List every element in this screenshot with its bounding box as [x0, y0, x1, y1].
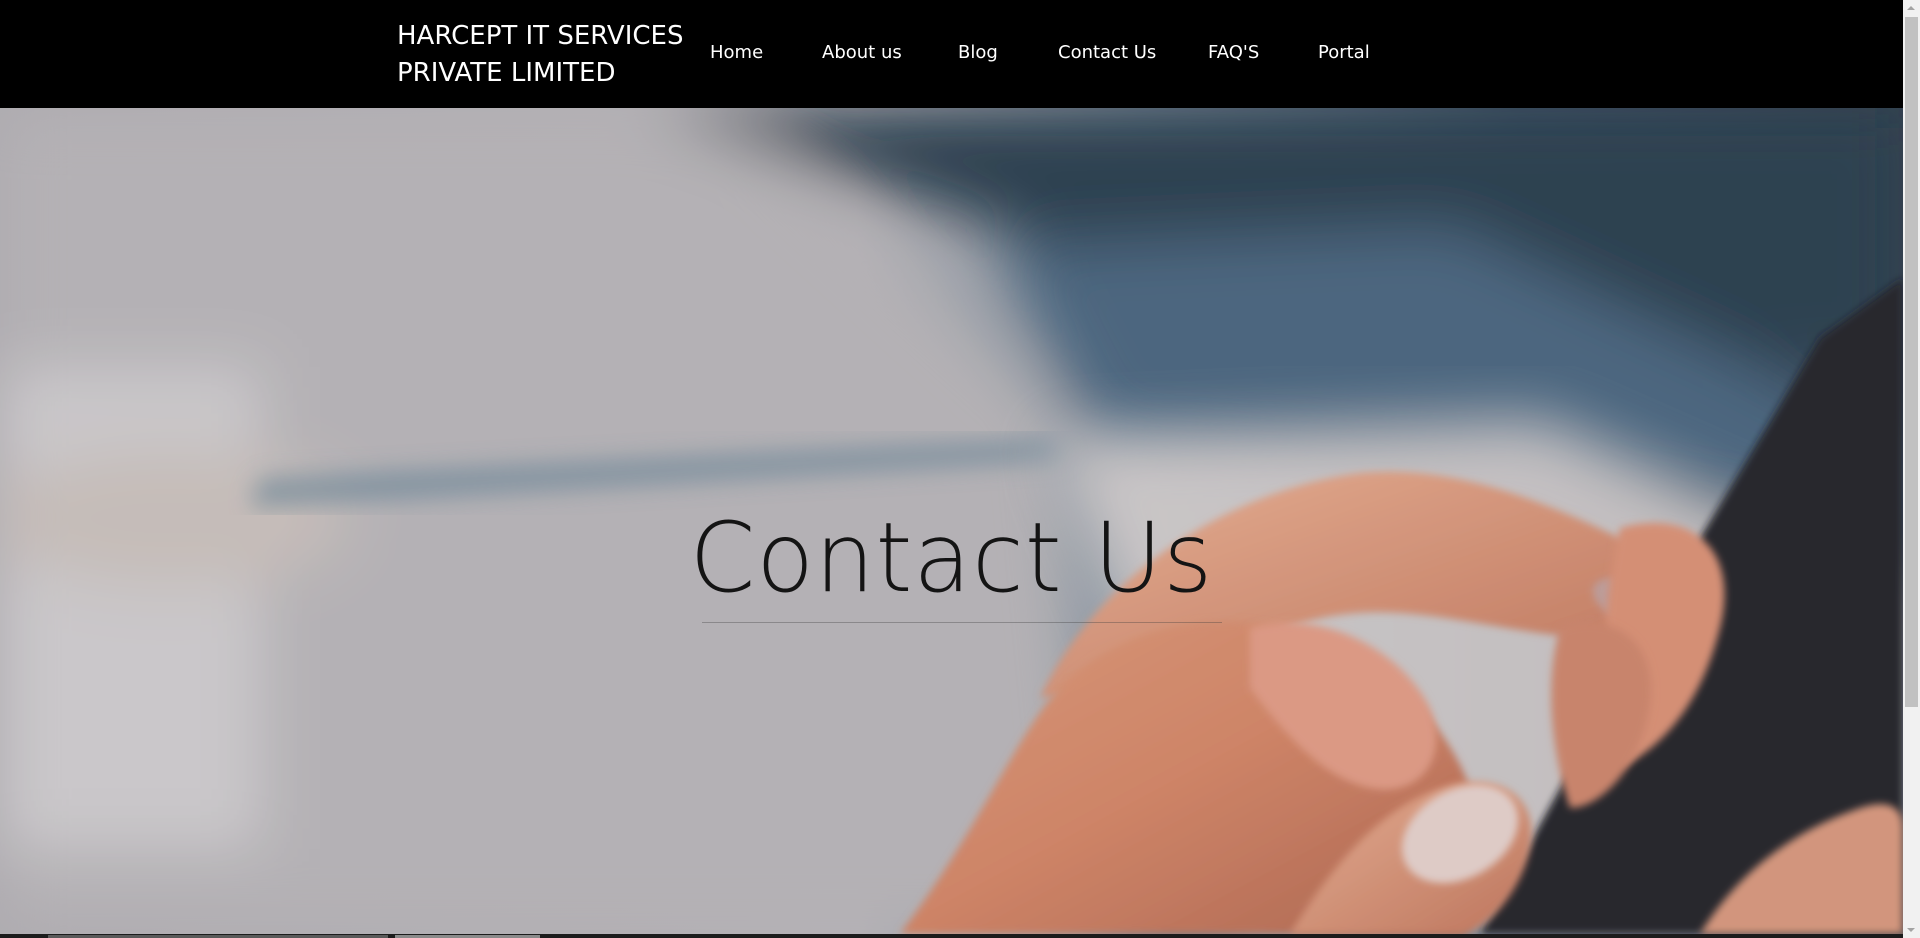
nav-item-about: About us	[822, 41, 902, 65]
nav-link-portal[interactable]: Portal	[1318, 42, 1370, 63]
nav-item-contact: Contact Us	[1058, 41, 1156, 65]
nav-item-blog: Blog	[958, 41, 998, 65]
nav-item-portal: Portal	[1318, 41, 1370, 65]
scroll-down-arrow-icon[interactable]	[1903, 921, 1920, 938]
site-header: HARCEPT IT SERVICES PRIVATE LIMITED Home…	[0, 0, 1903, 108]
nav-link-blog[interactable]: Blog	[958, 42, 998, 63]
bottom-strip	[0, 934, 1903, 938]
brand-name-line-1: HARCEPT IT SERVICES	[397, 21, 684, 51]
nav-item-faq: FAQ'S	[1208, 41, 1259, 65]
brand-name-line-2: PRIVATE LIMITED	[397, 58, 616, 88]
hero-banner: Contact Us	[0, 108, 1903, 934]
page: HARCEPT IT SERVICES PRIVATE LIMITED Home…	[0, 0, 1920, 938]
vertical-scrollbar[interactable]	[1903, 0, 1920, 938]
nav-link-home[interactable]: Home	[710, 42, 763, 63]
nav-link-faq[interactable]: FAQ'S	[1208, 42, 1259, 63]
scroll-up-arrow-icon[interactable]	[1903, 0, 1920, 17]
scrollbar-thumb[interactable]	[1905, 17, 1918, 707]
nav-link-about[interactable]: About us	[822, 42, 902, 63]
brand-logo-link[interactable]: HARCEPT IT SERVICES PRIVATE LIMITED	[397, 18, 684, 92]
title-divider	[702, 622, 1222, 623]
nav-item-home: Home	[710, 41, 763, 65]
page-title: Contact Us	[689, 502, 1214, 614]
nav-link-contact[interactable]: Contact Us	[1058, 42, 1156, 63]
